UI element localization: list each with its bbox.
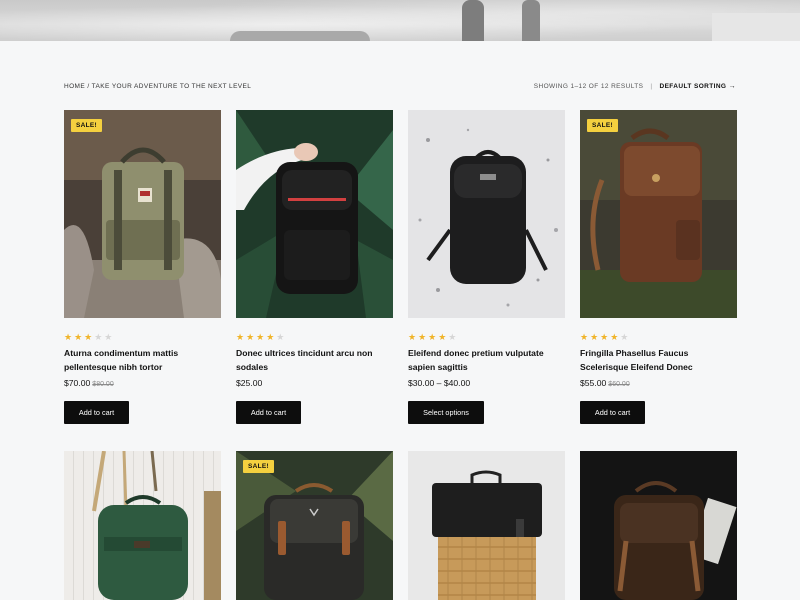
product-title[interactable]: Donec ultrices tincidunt arcu non sodale…: [236, 347, 393, 374]
product-image[interactable]: SALE!: [64, 110, 221, 318]
current-price: $25.00: [236, 378, 263, 388]
hero-figure: [522, 0, 540, 41]
current-price: $70.00: [64, 378, 91, 388]
breadcrumb-separator: /: [87, 83, 90, 90]
current-price: $30.00 – $40.00: [408, 378, 471, 388]
shop-toolbar: HOME / TAKE YOUR ADVENTURE TO THE NEXT L…: [64, 83, 736, 95]
sale-badge: SALE!: [587, 119, 618, 132]
product-image[interactable]: SALE!: [580, 110, 737, 318]
sale-badge: SALE!: [71, 119, 102, 132]
product-title[interactable]: Eleifend donec pretium vulputate sapien …: [408, 347, 565, 374]
hero-rock: [230, 31, 370, 41]
product-card: [408, 451, 565, 600]
select-options-button[interactable]: Select options: [408, 401, 484, 424]
product-card: ★★★★★ Eleifend donec pretium vulputate s…: [408, 110, 565, 424]
sale-badge: SALE!: [243, 460, 274, 473]
rating-stars: ★★★★★: [408, 332, 459, 342]
product-image[interactable]: [64, 451, 221, 600]
product-card: [580, 451, 737, 600]
hero-banner-image: [0, 0, 800, 41]
product-card: [64, 451, 221, 600]
breadcrumb-home[interactable]: HOME: [64, 83, 85, 90]
product-image[interactable]: SALE!: [236, 451, 393, 600]
product-price: $55.00 $60.00: [580, 378, 630, 388]
result-count: SHOWING 1–12 OF 12 RESULTS: [533, 83, 644, 90]
product-image[interactable]: [580, 451, 737, 600]
product-card: SALE!: [236, 451, 393, 600]
arrow-right-icon: →: [728, 83, 736, 90]
product-image[interactable]: [236, 110, 393, 318]
product-card: ★★★★★ Donec ultrices tincidunt arcu non …: [236, 110, 393, 424]
add-to-cart-button[interactable]: Add to cart: [64, 401, 129, 424]
product-price: $70.00 $80.00: [64, 378, 114, 388]
add-to-cart-button[interactable]: Add to cart: [236, 401, 301, 424]
product-card: SALE! ★★★★★ Aturna condimentum mattis pe…: [64, 110, 221, 424]
rating-stars: ★★★★★: [580, 332, 631, 342]
breadcrumb-current: TAKE YOUR ADVENTURE TO THE NEXT LEVEL: [91, 83, 252, 90]
product-price: $30.00 – $40.00: [408, 378, 470, 388]
product-card: SALE! ★★★★★ Fringilla Phasellus Faucus S…: [580, 110, 737, 424]
breadcrumb: HOME / TAKE YOUR ADVENTURE TO THE NEXT L…: [64, 83, 251, 90]
product-price: $25.00: [236, 378, 262, 388]
sorting-label: DEFAULT SORTING: [659, 83, 727, 90]
add-to-cart-button[interactable]: Add to cart: [580, 401, 645, 424]
sorting-dropdown[interactable]: DEFAULT SORTING →: [659, 83, 736, 90]
product-title[interactable]: Fringilla Phasellus Faucus Scelerisque E…: [580, 347, 737, 374]
product-image[interactable]: [408, 451, 565, 600]
current-price: $55.00: [580, 378, 607, 388]
rating-stars: ★★★★★: [64, 332, 115, 342]
old-price: $60.00: [608, 381, 630, 388]
rating-stars: ★★★★★: [236, 332, 287, 342]
old-price: $80.00: [92, 381, 114, 388]
hero-rock: [712, 13, 800, 41]
hero-figure: [462, 0, 484, 41]
product-image[interactable]: [408, 110, 565, 318]
product-title[interactable]: Aturna condimentum mattis pellentesque n…: [64, 347, 221, 374]
hero-mist: [0, 0, 800, 41]
toolbar-separator: |: [650, 83, 653, 90]
